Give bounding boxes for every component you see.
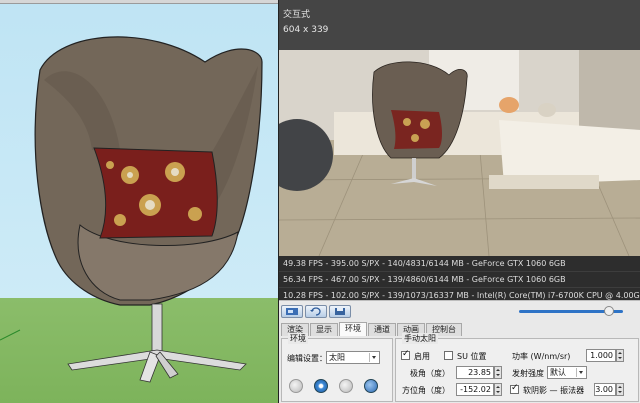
render-header: 交互式 604 x 339: [279, 0, 640, 50]
globe-icon[interactable]: [364, 379, 378, 393]
su-position-label: SU 位置: [457, 352, 487, 361]
azimuth-spinner[interactable]: [494, 383, 502, 396]
enable-sun-label: 启用: [414, 352, 430, 361]
soft-shadow-label: 软阴影 — 振法器: [523, 386, 585, 395]
environment-group-title: 环境: [288, 333, 308, 344]
manual-sun-group-title: 手动太阳: [402, 333, 438, 344]
render-resolution: 604 x 339: [283, 25, 329, 35]
enable-sun-checkbox[interactable]: [401, 349, 410, 360]
azimuth-label: 方位角（度）: [402, 386, 450, 395]
manual-sun-group: 手动太阳 启用 SU 位置 极角（度） 23.85 方位角（度） -152.02…: [395, 333, 639, 402]
environment-group: 环境 编辑设置： 太阳: [281, 333, 393, 402]
environment-type-value: 太阳: [329, 353, 345, 362]
soft-shadow-input[interactable]: 3.00: [594, 383, 624, 396]
settings-panel: 渲染 显示 环境 通道 动画 控制台 环境 编辑设置： 太阳 手动太阳 启用: [279, 300, 640, 403]
save-image-icon[interactable]: [329, 305, 351, 318]
emission-label: 发射强度: [512, 369, 544, 378]
render-quality-slider[interactable]: [519, 306, 623, 316]
chevron-down-icon: [576, 368, 585, 377]
tab-environment[interactable]: 环境: [339, 322, 367, 336]
power-spinner[interactable]: [616, 349, 624, 362]
slider-knob[interactable]: [603, 306, 614, 316]
sun-sky-icon[interactable]: [289, 379, 303, 393]
elevation-spinner[interactable]: [494, 366, 502, 379]
emission-select[interactable]: 默认: [547, 366, 587, 379]
render-mode-title: 交互式: [283, 10, 311, 20]
environment-type-select[interactable]: 太阳: [326, 351, 380, 364]
elevation-label: 极角（度）: [410, 369, 450, 378]
edit-setting-label: 编辑设置：: [287, 354, 327, 363]
stat-line-gpu-2: 56.34 FPS - 467.00 S/PX - 139/4860/6144 …: [279, 272, 640, 287]
chevron-down-icon: [369, 353, 378, 362]
elevation-value: 23.85: [468, 368, 491, 377]
tab-display[interactable]: 显示: [310, 323, 338, 336]
egg-chair-model: [0, 36, 263, 383]
soft-shadow-checkbox[interactable]: [510, 383, 519, 394]
power-input[interactable]: 1.000: [586, 349, 624, 362]
render-preview-image[interactable]: [279, 50, 640, 256]
elevation-input[interactable]: 23.85: [456, 366, 502, 379]
su-position-checkbox[interactable]: [444, 351, 453, 360]
modeling-viewport[interactable]: [0, 0, 278, 403]
stat-line-gpu-1: 49.38 FPS - 395.00 S/PX - 140/4831/6144 …: [279, 256, 640, 271]
power-value: 1.000: [590, 351, 613, 360]
refresh-icon[interactable]: [305, 305, 327, 318]
azimuth-input[interactable]: -152.02: [456, 383, 502, 396]
tab-channels[interactable]: 通道: [368, 323, 396, 336]
render-window: 交互式 604 x 339 49.38 FPS - 395.00 S/PX - …: [278, 0, 640, 403]
panel-toolbar: [281, 305, 351, 319]
gradient-icon[interactable]: [339, 379, 353, 393]
rendered-room-scene: [279, 50, 640, 256]
soft-shadow-spinner[interactable]: [616, 383, 624, 396]
hdri-icon[interactable]: [314, 379, 328, 393]
azimuth-value: -152.02: [460, 385, 491, 394]
render-region-icon[interactable]: [281, 305, 303, 318]
power-label: 功率 (W/nm/sr): [512, 352, 571, 361]
emission-value: 默认: [550, 368, 566, 377]
render-stats: 49.38 FPS - 395.00 S/PX - 140/4831/6144 …: [279, 256, 640, 303]
soft-shadow-value: 3.00: [595, 385, 613, 394]
